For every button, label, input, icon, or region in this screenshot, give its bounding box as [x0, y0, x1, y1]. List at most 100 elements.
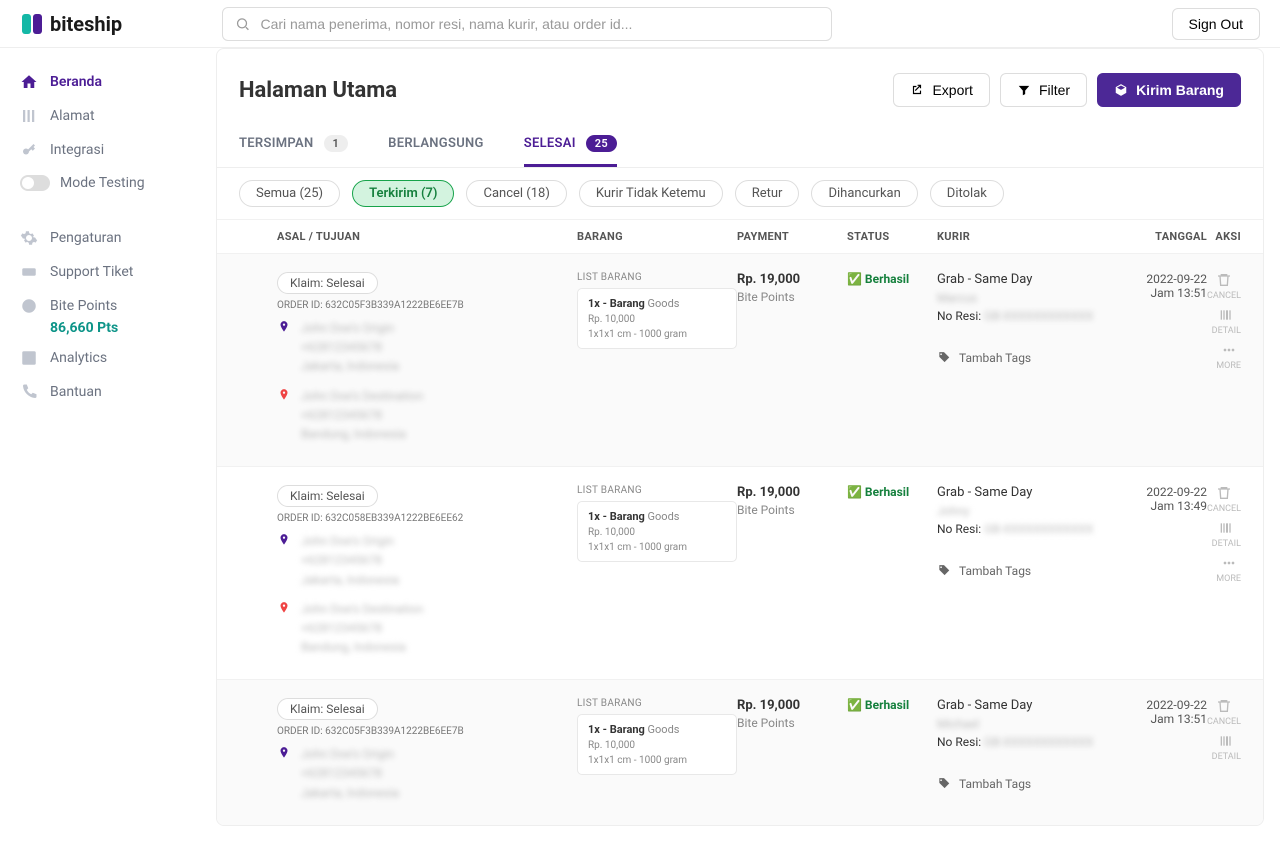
- item-card: 1x - Barang Goods Rp. 10,000 1x1x1 cm - …: [577, 501, 737, 562]
- dest-pin-icon: [277, 601, 291, 615]
- claim-badge: Klaim: Selesai: [277, 485, 378, 507]
- tab-selesai[interactable]: SELESAI 25: [524, 125, 617, 167]
- filter-chip-dihancurkan[interactable]: Dihancurkan: [811, 180, 917, 207]
- detail-action[interactable]: DETAIL: [1212, 307, 1241, 336]
- col-header-asal: ASAL / TUJUAN: [277, 230, 577, 243]
- cancel-action[interactable]: CANCEL: [1207, 485, 1241, 514]
- logo: biteship: [20, 12, 122, 36]
- detail-action[interactable]: DETAIL: [1212, 520, 1241, 549]
- ship-button[interactable]: Kirim Barang: [1097, 73, 1241, 107]
- cancel-action[interactable]: CANCEL: [1207, 698, 1241, 727]
- coin-icon: [20, 297, 38, 315]
- phone-icon: [20, 383, 38, 401]
- order-row: Klaim: Selesai ORDER ID: 632C058EB339A12…: [217, 466, 1263, 679]
- add-tags-button[interactable]: Tambah Tags: [937, 564, 1117, 578]
- filter-chip-kurir[interactable]: Kurir Tidak Ketemu: [579, 180, 723, 207]
- order-date: 2022-09-22: [1117, 698, 1207, 712]
- sidebar-item-alamat[interactable]: Alamat: [10, 100, 206, 132]
- sidebar-item-pengaturan[interactable]: Pengaturan: [10, 222, 206, 254]
- more-icon: [1221, 342, 1237, 358]
- export-icon: [910, 83, 924, 97]
- sidebar-item-support[interactable]: Support Tiket: [10, 256, 206, 288]
- tab-badge: 25: [586, 135, 617, 152]
- ticket-icon: [20, 263, 38, 281]
- trash-icon: [1216, 698, 1232, 714]
- search-input-wrap[interactable]: [222, 7, 832, 41]
- sidebar-item-integrasi[interactable]: Integrasi: [10, 134, 206, 166]
- col-header-payment: PAYMENT: [737, 230, 847, 243]
- order-row: Klaim: Selesai ORDER ID: 632C05F3B339A12…: [217, 253, 1263, 466]
- tab-label: TERSIMPAN: [239, 136, 314, 151]
- filter-button[interactable]: Filter: [1000, 73, 1087, 107]
- logo-icon: [20, 12, 44, 36]
- filter-chip-terkirim[interactable]: Terkirim (7): [352, 180, 454, 207]
- col-header-tanggal: TANGGAL: [1117, 230, 1207, 243]
- filter-chip-cancel[interactable]: Cancel (18): [466, 180, 566, 207]
- order-date: 2022-09-22: [1117, 272, 1207, 286]
- item-card: 1x - Barang Goods Rp. 10,000 1x1x1 cm - …: [577, 714, 737, 775]
- payment-amount: Rp. 19,000: [737, 698, 847, 713]
- sidebar-label: Bite Points: [50, 298, 117, 314]
- tab-label: SELESAI: [524, 136, 576, 151]
- filter-chip-semua[interactable]: Semua (25): [239, 180, 340, 207]
- tab-tersimpan[interactable]: TERSIMPAN 1: [239, 125, 348, 167]
- sidebar-label: Beranda: [50, 74, 102, 90]
- trash-icon: [1216, 485, 1232, 501]
- order-id: ORDER ID: 632C05F3B339A1222BE6EE7B: [277, 300, 577, 311]
- sidebar-item-points[interactable]: Bite Points: [10, 290, 206, 322]
- payment-amount: Rp. 19,000: [737, 272, 847, 287]
- key-icon: [20, 141, 38, 159]
- filter-chip-ditolak[interactable]: Ditolak: [930, 180, 1004, 207]
- cancel-action[interactable]: CANCEL: [1207, 272, 1241, 301]
- tab-label: BERLANGSUNG: [388, 136, 484, 151]
- tab-berlangsung[interactable]: BERLANGSUNG: [388, 126, 484, 166]
- toggle-icon[interactable]: [20, 175, 50, 191]
- col-header-aksi: AKSI: [1207, 230, 1241, 243]
- sidebar-item-mode-testing[interactable]: Mode Testing: [10, 168, 206, 198]
- chart-icon: [20, 349, 38, 367]
- sidebar-item-analytics[interactable]: Analytics: [10, 342, 206, 374]
- sidebar-label: Bantuan: [50, 384, 102, 400]
- box-icon: [1114, 83, 1128, 97]
- resi: No Resi: GB-XXXXXXXXXXXX: [937, 309, 1117, 323]
- detail-action[interactable]: DETAIL: [1212, 733, 1241, 762]
- export-button[interactable]: Export: [893, 73, 989, 107]
- more-action[interactable]: MORE: [1216, 555, 1241, 584]
- barcode-icon: [1218, 733, 1234, 749]
- origin-address: John Doe's Origin+62812345678Jakarta, In…: [301, 745, 399, 803]
- sidebar-label: Integrasi: [50, 142, 104, 158]
- search-input[interactable]: [260, 16, 819, 32]
- sidebar-item-beranda[interactable]: Beranda: [10, 66, 206, 98]
- barcode-icon: [1218, 520, 1234, 536]
- sidebar-label: Analytics: [50, 350, 107, 366]
- order-row: Klaim: Selesai ORDER ID: 632C05F3B339A12…: [217, 679, 1263, 825]
- add-tags-button[interactable]: Tambah Tags: [937, 351, 1117, 365]
- origin-address: John Doe's Origin+62812345678Jakarta, In…: [301, 532, 399, 590]
- logo-text: biteship: [50, 12, 122, 36]
- driver-name: Michael: [937, 717, 1117, 731]
- add-tags-button[interactable]: Tambah Tags: [937, 777, 1117, 791]
- driver-name: Johny: [937, 504, 1117, 518]
- tag-icon: [937, 351, 951, 365]
- col-header-kurir: KURIR: [937, 230, 1117, 243]
- sidebar-label: Mode Testing: [60, 175, 145, 191]
- trash-icon: [1216, 272, 1232, 288]
- list-barang-label: LIST BARANG: [577, 698, 737, 709]
- barcode-icon: [1218, 307, 1234, 323]
- payment-method: Bite Points: [737, 290, 847, 304]
- sign-out-button[interactable]: Sign Out: [1172, 8, 1260, 40]
- col-header-status: STATUS: [847, 230, 937, 243]
- resi: No Resi: GB-XXXXXXXXXXXX: [937, 735, 1117, 749]
- filter-chip-retur[interactable]: Retur: [735, 180, 800, 207]
- points-value: 86,660 Pts: [50, 320, 206, 336]
- claim-badge: Klaim: Selesai: [277, 272, 378, 294]
- resi: No Resi: GB-XXXXXXXXXXXX: [937, 522, 1117, 536]
- courier-name: Grab - Same Day: [937, 485, 1117, 500]
- list-barang-label: LIST BARANG: [577, 272, 737, 283]
- more-action[interactable]: MORE: [1216, 342, 1241, 371]
- search-icon: [235, 16, 250, 32]
- col-header-barang: BARANG: [577, 230, 737, 243]
- payment-amount: Rp. 19,000: [737, 485, 847, 500]
- sidebar-item-bantuan[interactable]: Bantuan: [10, 376, 206, 408]
- origin-pin-icon: [277, 746, 291, 760]
